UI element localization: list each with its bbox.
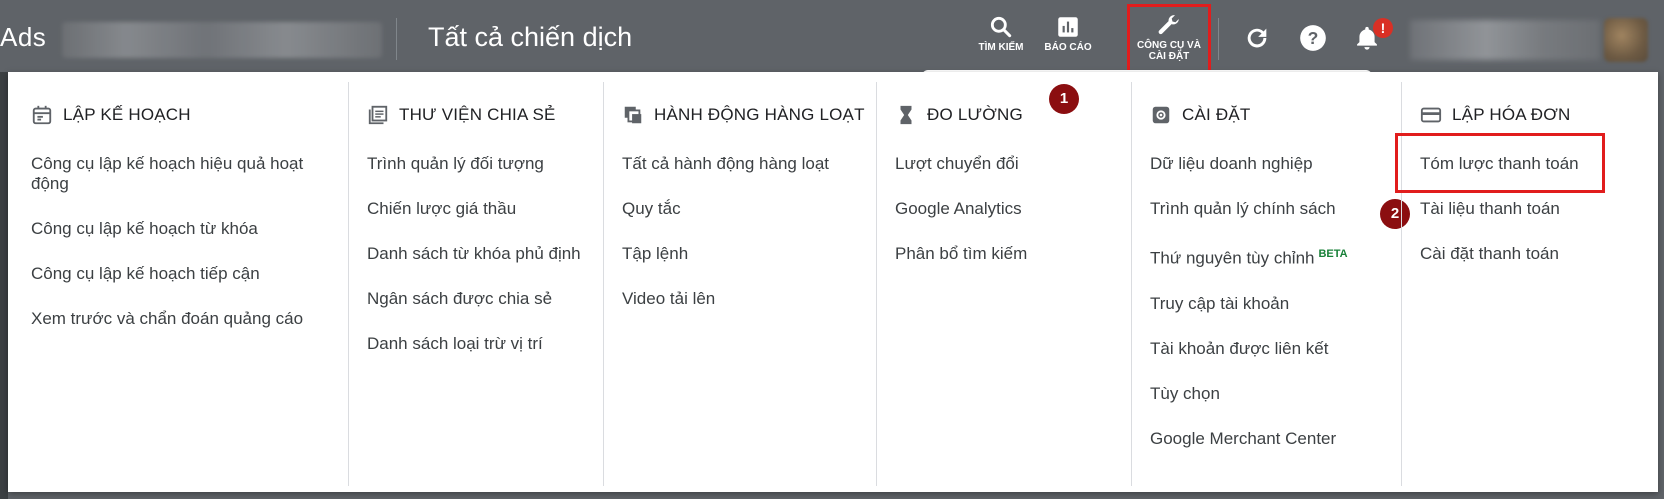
menu-item-custom-dimensions[interactable]: Thứ nguyên tùy chỉnh BETA: [1150, 244, 1348, 269]
column-heading: CÀI ĐẶT: [1150, 104, 1250, 126]
column-heading: THƯ VIỆN CHIA SẺ: [367, 104, 556, 126]
copy-icon: [624, 106, 642, 124]
user-account-info[interactable]: [1410, 20, 1600, 60]
menu-column-planning: LẬP KẾ HOẠCH Công cụ lập kế hoạch hiệu q…: [13, 82, 348, 486]
billing-summary-highlight-box: [1395, 133, 1605, 193]
menu-item-rules[interactable]: Quy tắc: [622, 199, 829, 219]
menu-item-bid-strategies[interactable]: Chiến lược giá thầu: [367, 199, 581, 219]
background-content: [0, 72, 8, 499]
divider: [1218, 18, 1219, 60]
account-selector[interactable]: [62, 22, 382, 58]
menu-column-shared-library: THƯ VIỆN CHIA SẺ Trình quản lý đối tượng…: [348, 82, 603, 486]
bar-chart-icon: [1058, 17, 1078, 37]
menu-item-shared-budgets[interactable]: Ngân sách được chia sẻ: [367, 289, 581, 309]
menu-item-reach-planner[interactable]: Công cụ lập kế hoạch tiếp cận: [31, 264, 321, 284]
menu-item-account-access[interactable]: Truy cập tài khoản: [1150, 294, 1348, 314]
menu-item-ad-preview[interactable]: Xem trước và chẩn đoán quảng cáo: [31, 309, 321, 329]
column-heading: LẬP KẾ HOẠCH: [31, 104, 191, 126]
menu-item-conversions[interactable]: Lượt chuyển đổi: [895, 154, 1027, 174]
heading-text: HÀNH ĐỘNG HÀNG LOẠT: [654, 105, 865, 124]
custom-dimensions-label: Thứ nguyên tùy chỉnh: [1150, 248, 1315, 268]
menu-item-policy-manager[interactable]: Trình quản lý chính sách: [1150, 199, 1348, 219]
heading-text: LẬP HÓA ĐƠN: [1452, 105, 1571, 124]
menu-item-billing-settings[interactable]: Cài đặt thanh toán: [1420, 244, 1579, 264]
menu-item-linked-accounts[interactable]: Tài khoản được liên kết: [1150, 339, 1348, 359]
heading-text: THƯ VIỆN CHIA SẺ: [399, 105, 556, 124]
menu-item-all-bulk-actions[interactable]: Tất cả hành động hàng loạt: [622, 154, 829, 174]
reports-label: BÁO CÁO: [1044, 42, 1092, 53]
calendar-icon: [32, 105, 52, 125]
menu-column-measurement: ĐO LƯỜNG Lượt chuyển đổi Google Analytic…: [876, 82, 1131, 486]
heading-text: CÀI ĐẶT: [1182, 105, 1251, 124]
menu-item-search-attribution[interactable]: Phân bổ tìm kiếm: [895, 244, 1027, 264]
menu-item-scripts[interactable]: Tập lệnh: [622, 244, 829, 264]
credit-card-icon: [1420, 107, 1442, 123]
divider: [396, 18, 397, 60]
menu-item-audience-manager[interactable]: Trình quản lý đối tượng: [367, 154, 581, 174]
column-heading: HÀNH ĐỘNG HÀNG LOẠT: [622, 104, 865, 126]
search-label: TÌM KIẾM: [978, 42, 1024, 53]
settings-icon: [1152, 106, 1170, 124]
page-title: Tất cả chiến dịch: [428, 22, 633, 52]
avatar[interactable]: [1604, 18, 1648, 62]
menu-column-settings: CÀI ĐẶT Dữ liệu doanh nghiệp Trình quản …: [1131, 82, 1410, 486]
menu-item-preferences[interactable]: Tùy chọn: [1150, 384, 1348, 404]
menu-item-negative-keyword-lists[interactable]: Danh sách từ khóa phủ định: [367, 244, 581, 264]
notification-badge: !: [1373, 18, 1393, 38]
library-icon: [368, 105, 388, 125]
svg-text:?: ?: [1308, 28, 1319, 48]
top-bar: Ads Tất cả chiến dịch TÌM KIẾM BÁO CÁO C…: [0, 0, 1664, 74]
refresh-icon[interactable]: [1243, 24, 1271, 52]
column-heading: ĐO LƯỜNG: [895, 104, 1023, 126]
hourglass-icon: [900, 105, 912, 125]
heading-text: ĐO LƯỜNG: [927, 105, 1023, 124]
search-button[interactable]: TÌM KIẾM: [970, 10, 1032, 66]
column-heading: LẬP HÓA ĐƠN: [1420, 104, 1571, 126]
heading-text: LẬP KẾ HOẠCH: [63, 105, 191, 124]
menu-item-google-merchant-center[interactable]: Google Merchant Center: [1150, 429, 1348, 449]
menu-item-performance-planner[interactable]: Công cụ lập kế hoạch hiệu quả hoạt động: [31, 154, 321, 194]
product-logo-text[interactable]: Ads: [0, 22, 46, 53]
menu-column-bulk-actions: HÀNH ĐỘNG HÀNG LOẠT Tất cả hành động hàn…: [603, 82, 876, 486]
menu-item-business-data[interactable]: Dữ liệu doanh nghiệp: [1150, 154, 1348, 174]
menu-column-billing: LẬP HÓA ĐƠN Tóm lược thanh toán Tài liệu…: [1395, 82, 1658, 486]
search-icon: [990, 16, 1012, 38]
menu-item-placement-exclusion-lists[interactable]: Danh sách loại trừ vị trí: [367, 334, 581, 354]
help-icon[interactable]: ?: [1299, 24, 1327, 52]
reports-button[interactable]: BÁO CÁO: [1036, 10, 1100, 66]
menu-item-video-uploads[interactable]: Video tải lên: [622, 289, 829, 309]
beta-badge: BETA: [1318, 248, 1348, 260]
tools-highlight-box: [1127, 4, 1211, 74]
menu-item-keyword-planner[interactable]: Công cụ lập kế hoạch từ khóa: [31, 219, 321, 239]
callout-badge: 1: [1049, 84, 1079, 114]
menu-item-billing-documents[interactable]: Tài liệu thanh toán: [1420, 199, 1579, 219]
menu-item-google-analytics[interactable]: Google Analytics: [895, 199, 1027, 219]
